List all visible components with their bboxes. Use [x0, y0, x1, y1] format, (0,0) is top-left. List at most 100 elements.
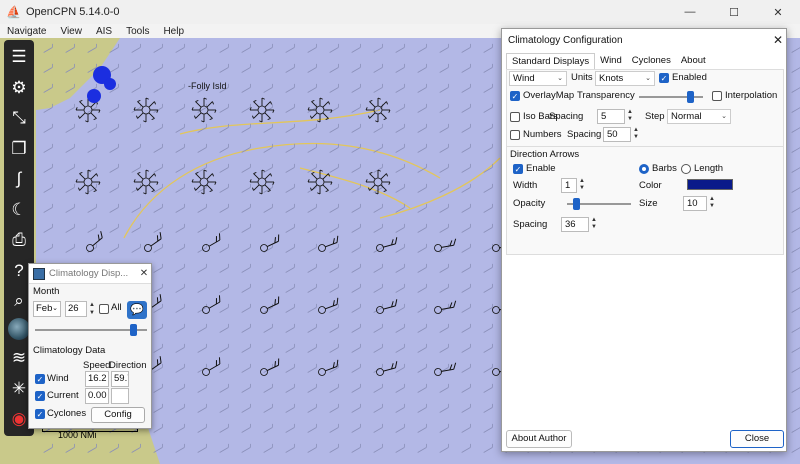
- tide-icon[interactable]: ☾: [6, 196, 32, 222]
- chevron-down-icon: ⌄: [557, 75, 563, 82]
- current-direction-value: [111, 388, 129, 404]
- day-input[interactable]: 26: [65, 301, 87, 317]
- day-slider[interactable]: [35, 324, 147, 336]
- transparency-slider[interactable]: [639, 91, 703, 103]
- arrows-enable-label: Enable: [526, 163, 556, 174]
- isobars-spacing-input[interactable]: 5: [597, 109, 625, 124]
- width-input[interactable]: 1: [561, 178, 577, 193]
- variable-select[interactable]: Wind ⌄: [509, 71, 567, 86]
- day-spinner[interactable]: ▲ ▼: [88, 301, 96, 317]
- numbers-spacing-label: Spacing: [567, 129, 602, 140]
- transparency-slider-thumb[interactable]: [687, 91, 695, 103]
- window-title: OpenCPN 5.14.0-0: [26, 6, 120, 18]
- speed-header: Speed: [83, 360, 111, 371]
- width-spinner[interactable]: ▲ ▼: [578, 178, 586, 193]
- close-button[interactable]: Close: [730, 430, 784, 448]
- speech-bubble-icon[interactable]: 💬: [127, 301, 147, 319]
- close-window-button[interactable]: ✕: [756, 0, 800, 24]
- hamburger-icon[interactable]: ☰: [6, 44, 32, 70]
- route-icon[interactable]: ⤡: [6, 105, 32, 131]
- layers-icon[interactable]: ❐: [6, 135, 32, 161]
- cyclones-checkbox[interactable]: ✓: [35, 409, 45, 419]
- numbers-spacing-spinner[interactable]: ▲ ▼: [632, 127, 640, 142]
- config-button[interactable]: Config: [91, 407, 145, 423]
- maximize-button[interactable]: ☐: [712, 0, 756, 24]
- config-dialog-titlebar[interactable]: Climatology Configuration ✕: [502, 29, 788, 51]
- size-spinner[interactable]: ▲ ▼: [708, 196, 716, 211]
- units-select[interactable]: Knots ⌄: [595, 71, 655, 86]
- config-close-icon[interactable]: ✕: [768, 33, 788, 47]
- step-select[interactable]: Normal ⌄: [667, 109, 731, 124]
- length-label: Length: [694, 163, 724, 174]
- arrows-spacing-spinner[interactable]: ▲ ▼: [590, 217, 598, 232]
- gear-icon[interactable]: ⚙: [6, 74, 32, 100]
- globe-icon[interactable]: [8, 318, 30, 341]
- menu-help[interactable]: Help: [156, 26, 191, 37]
- display-close-icon[interactable]: ✕: [137, 268, 151, 279]
- separator: [507, 146, 783, 147]
- size-label: Size: [639, 198, 658, 209]
- config-tabs: Standard Displays Wind Cyclones About: [506, 53, 711, 69]
- units-value: Knots: [599, 73, 624, 84]
- tab-wind[interactable]: Wind: [595, 53, 627, 69]
- display-dialog-title: Climatology Disp...: [49, 268, 129, 279]
- overlaymap-label: OverlayMap: [523, 90, 575, 101]
- interpolation-checkbox[interactable]: [712, 91, 722, 101]
- opacity-slider[interactable]: [567, 198, 631, 210]
- about-author-button[interactable]: About Author: [506, 430, 572, 448]
- overlaymap-checkbox[interactable]: ✓: [510, 91, 520, 101]
- opacity-label: Opacity: [513, 198, 546, 209]
- menu-view[interactable]: View: [53, 26, 89, 37]
- numbers-checkbox[interactable]: [510, 130, 520, 140]
- isobars-spacing-spinner[interactable]: ▲ ▼: [626, 109, 634, 124]
- ais-target-icon: [87, 89, 101, 103]
- barbs-radio[interactable]: [639, 164, 649, 174]
- minimize-button[interactable]: —: [668, 0, 712, 24]
- chevron-down-icon: ⌄: [721, 113, 727, 120]
- tab-standard-displays[interactable]: Standard Displays: [506, 53, 596, 69]
- wind-checkbox[interactable]: ✓: [35, 374, 45, 384]
- track-icon[interactable]: ∫: [6, 166, 32, 192]
- enabled-checkbox[interactable]: ✓: [659, 73, 669, 83]
- print-icon[interactable]: ⎙: [6, 227, 32, 253]
- all-checkbox[interactable]: [99, 304, 109, 314]
- direction-arrows-header: Direction Arrows: [510, 149, 580, 160]
- day-slider-thumb[interactable]: [129, 324, 137, 336]
- title-bar: ⛵ OpenCPN 5.14.0-0 — ☐ ✕: [0, 0, 800, 24]
- tab-about[interactable]: About: [676, 53, 711, 69]
- menu-tools[interactable]: Tools: [119, 26, 156, 37]
- numbers-label: Numbers: [523, 129, 562, 140]
- step-value: Normal: [671, 111, 702, 122]
- month-label: Month: [33, 286, 60, 297]
- width-label: Width: [513, 180, 538, 191]
- size-input[interactable]: 10: [683, 196, 707, 211]
- arrows-spacing-label: Spacing: [513, 219, 548, 230]
- current-checkbox[interactable]: ✓: [35, 391, 45, 401]
- chevron-down-icon: ⌄: [52, 305, 58, 312]
- interpolation-label: Interpolation: [725, 90, 778, 101]
- climatology-data-label: Climatology Data: [33, 345, 106, 356]
- direction-header: Direction: [109, 360, 147, 371]
- display-dialog-titlebar[interactable]: Climatology Disp... ✕: [29, 264, 151, 284]
- app-icon: ⛵: [6, 5, 21, 19]
- wind-label: Wind: [47, 373, 69, 384]
- length-radio[interactable]: [681, 164, 691, 174]
- arrows-enable-checkbox[interactable]: ✓: [513, 164, 523, 174]
- wind-direction-value: 59.7: [111, 371, 129, 387]
- opacity-slider-thumb[interactable]: [572, 198, 580, 210]
- current-label: Current: [47, 390, 79, 401]
- units-label: Units: [571, 72, 593, 83]
- menu-ais[interactable]: AIS: [89, 26, 119, 37]
- tab-cyclones[interactable]: Cyclones: [627, 53, 676, 69]
- isobars-checkbox[interactable]: [510, 112, 520, 122]
- menu-navigate[interactable]: Navigate: [0, 26, 53, 37]
- wind-speed-value: 16.2: [85, 371, 109, 387]
- chevron-down-icon: ⌄: [645, 75, 651, 82]
- arrow-color-swatch[interactable]: [687, 179, 733, 190]
- isobars-spacing-label: Spacing: [549, 111, 584, 122]
- month-select[interactable]: Feb ⌄: [33, 301, 61, 317]
- arrows-spacing-input[interactable]: 36: [561, 217, 589, 232]
- numbers-spacing-input[interactable]: 50: [603, 127, 631, 142]
- all-label: All: [111, 302, 122, 313]
- climatology-display-dialog: Climatology Disp... ✕ Month Feb ⌄ 26 ▲ ▼ A…: [28, 263, 152, 429]
